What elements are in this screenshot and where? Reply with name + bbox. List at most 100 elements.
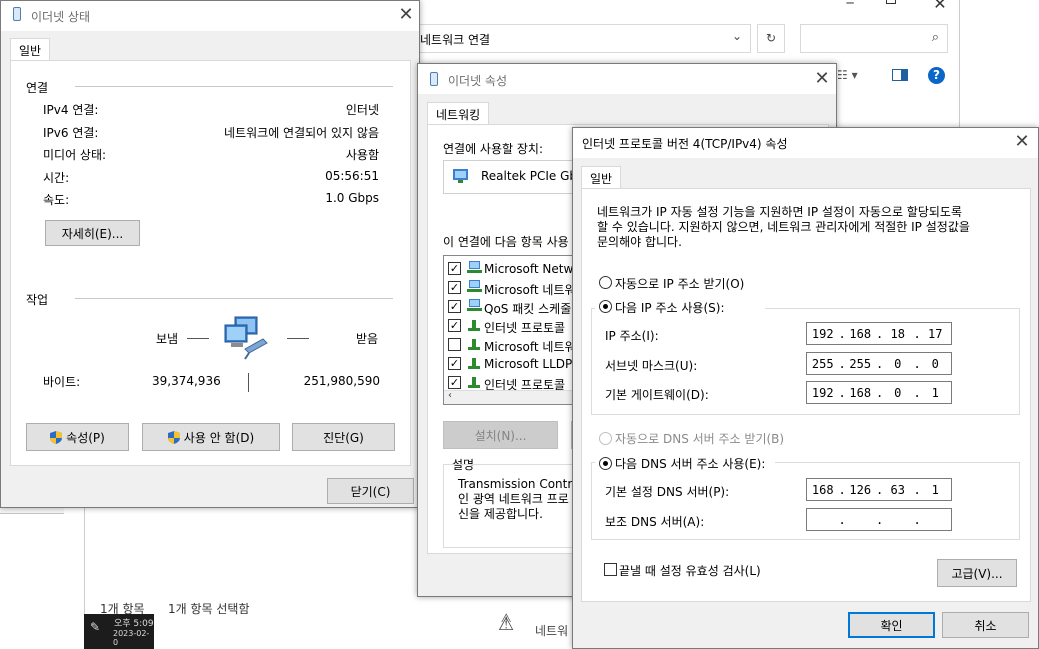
component-checkbox[interactable]: ✓ xyxy=(448,319,461,332)
properties-button[interactable]: 속성(P) xyxy=(26,423,129,451)
address-bar[interactable]: 네트워크 연결 ⌄ xyxy=(415,24,751,53)
media-label: 미디어 상태: xyxy=(43,148,107,162)
connection-divider xyxy=(75,86,393,87)
component-checkbox[interactable]: ✓ xyxy=(448,376,461,389)
component-label: Microsoft Netwo xyxy=(484,262,581,276)
refresh-icon: ↻ xyxy=(765,31,777,45)
protocol-icon xyxy=(467,356,482,373)
ethernet-icon xyxy=(13,7,21,21)
minimize-button[interactable]: ─ xyxy=(835,0,865,16)
media-value: 사용함 xyxy=(345,148,379,162)
manual-dns-radio[interactable] xyxy=(599,457,612,470)
details-button[interactable]: 자세히(E)... xyxy=(45,220,140,246)
help-icon[interactable]: ? xyxy=(928,67,945,84)
ip-address-label: IP 주소(I): xyxy=(605,329,659,343)
window-close-button[interactable]: ✕ xyxy=(928,0,952,14)
scroll-left-icon[interactable]: ‹ xyxy=(448,390,452,401)
intro-text: 네트워크가 IP 자동 설정 기능을 지원하면 IP 설정이 자동으로 할당되도… xyxy=(597,205,970,249)
auto-ip-label[interactable]: 자동으로 IP 주소 받기(O) xyxy=(615,275,744,292)
properties-label: 속성(P) xyxy=(66,430,105,445)
service-icon xyxy=(467,299,482,316)
recv-label: 받음 xyxy=(356,332,379,346)
preferred-dns-input[interactable]: 168. 126. 63. 1 xyxy=(806,478,952,501)
tab-general[interactable]: 일반 xyxy=(10,38,51,62)
bytes-divider xyxy=(248,373,249,392)
bytes-recv: 251,980,590 xyxy=(303,374,380,388)
taskbar-date: 2023-02-0 xyxy=(113,629,150,647)
close-icon[interactable]: ✕ xyxy=(1011,132,1033,154)
network-computers-icon xyxy=(223,315,271,361)
component-checkbox[interactable] xyxy=(448,338,461,351)
search-icon: ⌕ xyxy=(931,30,939,45)
close-icon[interactable]: ✕ xyxy=(811,69,833,91)
recv-line xyxy=(287,338,309,339)
manual-dns-label[interactable]: 다음 DNS 서버 주소 사용(E): xyxy=(615,455,765,472)
ipv4-value: 인터넷 xyxy=(345,103,379,117)
connect-using-label: 연결에 사용할 장치: xyxy=(443,142,543,156)
taskbar-clock: ✎ 오후 5:09 2023-02-0 xyxy=(84,614,154,649)
warning-icon: ⚠ xyxy=(498,614,515,635)
diagnose-button[interactable]: 진단(G) xyxy=(292,423,395,451)
validate-checkbox[interactable] xyxy=(604,563,617,576)
gateway-input[interactable]: 192. 168. 0. 1 xyxy=(806,381,952,404)
preview-pane-icon[interactable] xyxy=(892,69,908,81)
component-checkbox[interactable]: ✓ xyxy=(448,262,461,275)
view-options-icon[interactable]: ☷ ▾ xyxy=(837,68,858,82)
speed-value: 1.0 Gbps xyxy=(325,191,379,205)
component-label: Microsoft 네트워 xyxy=(484,283,576,297)
preferred-dns-label: 기본 설정 DNS 서버(P): xyxy=(605,485,730,499)
partial-item-text: 네트워 xyxy=(535,624,569,638)
manual-ip-radio[interactable] xyxy=(599,300,612,313)
auto-ip-radio[interactable] xyxy=(599,276,612,289)
description-text: Transmission Control 인 광역 네트워크 프로 신을 제공합… xyxy=(458,477,583,521)
speed-label: 속도: xyxy=(43,193,70,207)
component-label: QoS 패킷 스케줄 xyxy=(484,302,572,316)
refresh-button[interactable]: ↻ xyxy=(757,24,785,53)
component-label: Microsoft 네트워 xyxy=(484,340,576,354)
tab-general[interactable]: 일반 xyxy=(581,166,622,190)
items-label: 이 연결에 다음 항목 사용 xyxy=(443,235,569,249)
bytes-label: 바이트: xyxy=(43,375,81,389)
component-label: Microsoft LLDP xyxy=(484,357,573,371)
duration-value: 05:56:51 xyxy=(325,169,379,183)
ip-address-input[interactable]: 192. 168. 18. 17 xyxy=(806,322,952,345)
auto-dns-label[interactable]: 자동으로 DNS 서버 주소 받기(B) xyxy=(615,430,784,447)
adapter-name: Realtek PCIe GbE xyxy=(481,169,585,183)
advanced-button[interactable]: 고급(V)... xyxy=(937,559,1017,587)
disable-button[interactable]: 사용 안 함(D) xyxy=(142,423,280,451)
address-text: 네트워크 연결 xyxy=(420,33,491,47)
close-icon[interactable]: ✕ xyxy=(395,5,417,27)
auto-dns-radio[interactable] xyxy=(599,432,612,445)
subnet-mask-input[interactable]: 255. 255. 0. 0 xyxy=(806,352,952,375)
install-button[interactable]: 설치(N)... xyxy=(443,421,558,449)
tab-networking[interactable]: 네트워킹 xyxy=(427,102,490,126)
chevron-down-icon[interactable]: ⌄ xyxy=(732,29,742,43)
alternate-dns-input[interactable]: ... xyxy=(806,508,952,531)
component-checkbox[interactable]: ✓ xyxy=(448,281,461,294)
validate-label[interactable]: 끝낼 때 설정 유효성 검사(L) xyxy=(619,562,761,579)
ok-button[interactable]: 확인 xyxy=(848,612,935,638)
ipv4-label: IPv4 연결: xyxy=(43,103,99,117)
pen-icon: ✎ xyxy=(90,620,101,634)
component-checkbox[interactable]: ✓ xyxy=(448,300,461,313)
general-panel: 네트워크가 IP 자동 설정 기능을 지원하면 IP 설정이 자동으로 할당되도… xyxy=(581,188,1031,602)
component-label: 인터넷 프로토콜 xyxy=(484,321,566,335)
disable-label: 사용 안 함(D) xyxy=(183,430,255,445)
network-adapter-icon xyxy=(453,169,468,183)
subnet-mask-label: 서브넷 마스크(U): xyxy=(605,359,698,373)
protocol-icon xyxy=(467,318,482,335)
connection-heading: 연결 xyxy=(26,81,49,95)
sent-label: 보냄 xyxy=(156,332,179,346)
titlebar: 이더넷 속성 ✕ xyxy=(418,64,836,94)
cancel-button[interactable]: 취소 xyxy=(942,612,1029,638)
ipv6-label: IPv6 연결: xyxy=(43,126,99,140)
search-input[interactable]: ⌕ xyxy=(800,24,948,53)
ipv6-value: 네트워크에 연결되어 있지 않음 xyxy=(224,126,379,140)
titlebar: 인터넷 프로토콜 버전 4(TCP/IPv4) 속성 ✕ xyxy=(573,128,1038,158)
manual-ip-label[interactable]: 다음 IP 주소 사용(S): xyxy=(615,299,724,316)
maximize-button[interactable] xyxy=(880,0,904,14)
dialog-title: 이더넷 속성 xyxy=(448,74,508,88)
gateway-label: 기본 게이트웨이(D): xyxy=(605,388,709,402)
component-checkbox[interactable]: ✓ xyxy=(448,357,461,370)
close-button[interactable]: 닫기(C) xyxy=(327,478,414,504)
